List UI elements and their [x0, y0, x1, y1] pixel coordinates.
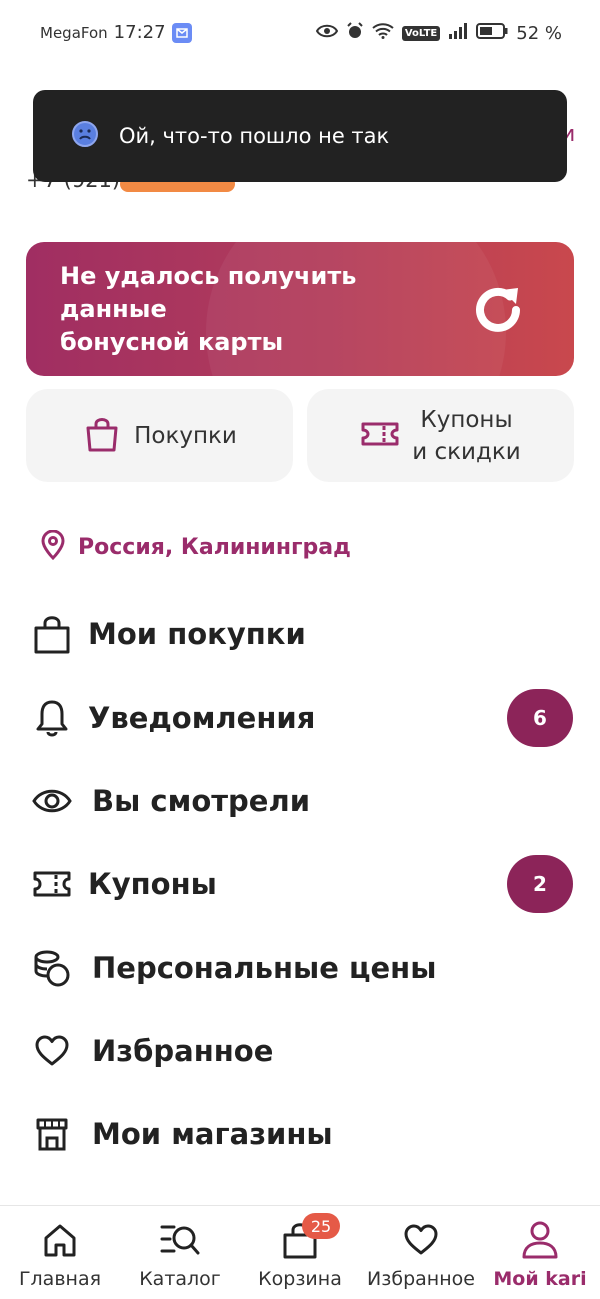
error-toast: Ой, что-то пошло не так — [33, 90, 567, 182]
bonus-card-message: Не удалось получить данные бонусной карт… — [60, 262, 357, 356]
notifications-count-badge: 6 — [507, 689, 573, 747]
menu-item-viewed[interactable]: Вы смотрели — [0, 771, 600, 831]
menu-item-my-purchases[interactable]: Мои покупки — [0, 604, 600, 664]
eye-status-icon — [315, 23, 338, 43]
location-selector[interactable]: Россия, Калининград — [40, 529, 351, 564]
refresh-icon[interactable] — [466, 278, 530, 342]
alarm-icon — [346, 22, 364, 44]
menu-label: Уведомления — [88, 701, 316, 735]
menu-item-my-stores[interactable]: Мои магазины — [0, 1104, 600, 1164]
catalog-search-icon — [160, 1220, 200, 1260]
eye-icon — [32, 781, 72, 821]
menu-item-notifications[interactable]: Уведомления 6 — [0, 688, 600, 748]
volte-badge: VoLTE — [401, 25, 441, 41]
message-notification-icon — [171, 22, 192, 43]
coins-icon — [32, 948, 72, 988]
nav-catalog[interactable]: Каталог — [130, 1206, 230, 1299]
battery-percent: 52 % — [516, 22, 562, 44]
toast-message: Ой, что-то пошло не так — [119, 124, 390, 148]
menu-item-personal-prices[interactable]: Персональные цены — [0, 938, 600, 998]
bell-icon — [32, 698, 72, 738]
cart-count-badge: 25 — [302, 1213, 340, 1239]
home-icon — [40, 1220, 80, 1260]
battery-icon — [476, 22, 508, 44]
menu-item-favorites[interactable]: Избранное — [0, 1021, 600, 1081]
purchases-button[interactable]: Покупки — [26, 389, 293, 482]
coupon-icon — [32, 864, 72, 904]
nav-my-kari[interactable]: Мой kari — [488, 1206, 592, 1299]
profile-icon — [520, 1220, 560, 1260]
location-text: Россия, Калининград — [78, 534, 351, 560]
sad-face-icon — [71, 120, 99, 152]
menu-label: Вы смотрели — [92, 784, 311, 818]
coupons-discounts-button[interactable]: Купоны и скидки — [307, 389, 574, 482]
heart-icon — [401, 1220, 441, 1260]
menu-label: Мои магазины — [92, 1117, 333, 1151]
location-pin-icon — [40, 529, 66, 564]
store-icon — [32, 1114, 72, 1154]
menu-label: Купоны — [88, 867, 217, 901]
nav-cart[interactable]: 25 Корзина — [250, 1206, 350, 1299]
shopping-bag-icon — [32, 614, 72, 654]
nav-label: Корзина — [258, 1268, 342, 1290]
status-left: MegaFon 17:27 — [40, 22, 192, 43]
nav-label: Мой kari — [493, 1268, 587, 1290]
cart-bag-icon: 25 — [280, 1213, 340, 1260]
wifi-icon — [372, 23, 394, 43]
coupon-icon — [360, 414, 400, 458]
nav-favorites[interactable]: Избранное — [360, 1206, 482, 1299]
nav-label: Главная — [18, 1268, 102, 1290]
status-bar: MegaFon 17:27 VoLTE 52 % — [0, 0, 600, 68]
signal-icon — [448, 23, 468, 43]
purchases-label: Покупки — [134, 422, 237, 449]
menu-item-coupons[interactable]: Купоны 2 — [0, 854, 600, 914]
clock: 17:27 — [113, 22, 166, 43]
bottom-navigation: Главная Каталог 25 Корзина Избранное Мой… — [0, 1205, 600, 1299]
coupons-label: Купоны и скидки — [412, 406, 521, 465]
menu-label: Избранное — [92, 1034, 274, 1068]
coupons-count-badge: 2 — [507, 855, 573, 913]
menu-label: Персональные цены — [92, 951, 437, 985]
menu-label: Мои покупки — [88, 617, 306, 651]
nav-label: Каталог — [139, 1268, 221, 1290]
carrier-name: MegaFon — [40, 23, 108, 42]
status-right: VoLTE 52 % — [315, 22, 562, 44]
nav-label: Избранное — [367, 1268, 475, 1290]
nav-home[interactable]: Главная — [10, 1206, 110, 1299]
heart-icon — [32, 1031, 72, 1071]
shopping-bag-icon — [82, 414, 122, 458]
